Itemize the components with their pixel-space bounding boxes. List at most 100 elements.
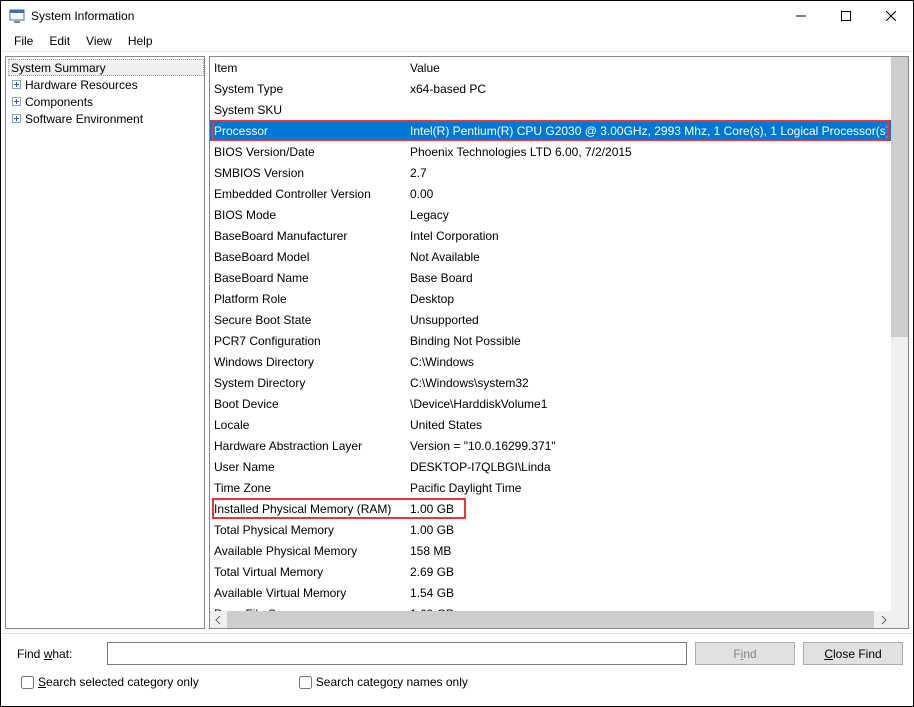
cell-value: Not Available	[410, 250, 891, 264]
find-input[interactable]	[107, 642, 687, 665]
window-controls	[778, 1, 913, 31]
tree-item[interactable]: Components	[6, 93, 204, 110]
cell-value: Legacy	[410, 208, 891, 222]
tree-item[interactable]: Hardware Resources	[6, 76, 204, 93]
search-category-input[interactable]	[299, 676, 312, 689]
cell-value: 1.54 GB	[410, 586, 891, 600]
table-row[interactable]: System DirectoryC:\Windows\system32	[210, 372, 891, 393]
search-category-label: Search category names only	[316, 675, 468, 689]
cell-item: System Directory	[210, 376, 410, 390]
table-row[interactable]: ProcessorIntel(R) Pentium(R) CPU G2030 @…	[210, 120, 891, 141]
cell-value: Intel(R) Pentium(R) CPU G2030 @ 3.00GHz,…	[410, 124, 891, 138]
cell-value: C:\Windows\system32	[410, 376, 891, 390]
cell-item: Hardware Abstraction Layer	[210, 439, 410, 453]
table-row[interactable]: Windows DirectoryC:\Windows	[210, 351, 891, 372]
cell-value: Base Board	[410, 271, 891, 285]
cell-value: C:\Windows	[410, 355, 891, 369]
cell-item: Total Physical Memory	[210, 523, 410, 537]
table-row[interactable]: BaseBoard ModelNot Available	[210, 246, 891, 267]
tree-system-summary[interactable]: System Summary	[8, 59, 204, 76]
cell-value: Pacific Daylight Time	[410, 481, 891, 495]
expand-icon[interactable]	[10, 79, 22, 91]
table-row[interactable]: BIOS ModeLegacy	[210, 204, 891, 225]
cell-item: PCR7 Configuration	[210, 334, 410, 348]
table-row[interactable]: LocaleUnited States	[210, 414, 891, 435]
content-area: System Summary Hardware Resources Compone…	[1, 51, 913, 633]
cell-item: Total Virtual Memory	[210, 565, 410, 579]
cell-item: BIOS Mode	[210, 208, 410, 222]
table-row[interactable]: BaseBoard ManufacturerIntel Corporation	[210, 225, 891, 246]
table-row[interactable]: Total Physical Memory1.00 GB	[210, 519, 891, 540]
cell-item: System Type	[210, 82, 410, 96]
cell-item: Available Virtual Memory	[210, 586, 410, 600]
menu-edit[interactable]: Edit	[42, 32, 77, 50]
tree-item-label: Software Environment	[25, 112, 143, 126]
col-value[interactable]: Value	[410, 61, 891, 75]
cell-item: BaseBoard Model	[210, 250, 410, 264]
cell-value: Unsupported	[410, 313, 891, 327]
horizontal-scrollbar[interactable]	[210, 611, 891, 628]
cell-item: Installed Physical Memory (RAM)	[210, 502, 410, 516]
expand-icon[interactable]	[10, 96, 22, 108]
cell-value: 0.00	[410, 187, 891, 201]
table-row[interactable]: Available Physical Memory158 MB	[210, 540, 891, 561]
cell-item: Time Zone	[210, 481, 410, 495]
cell-item: Processor	[210, 124, 410, 138]
vertical-scrollbar[interactable]	[891, 57, 908, 611]
window-title: System Information	[31, 9, 778, 23]
cell-item: Available Physical Memory	[210, 544, 410, 558]
cell-value: 158 MB	[410, 544, 891, 558]
menu-help[interactable]: Help	[121, 32, 160, 50]
table-header-row: Item Value	[210, 57, 891, 78]
maximize-button[interactable]	[823, 1, 868, 31]
table-row[interactable]: SMBIOS Version2.7	[210, 162, 891, 183]
tree-item-label: Hardware Resources	[25, 78, 138, 92]
cell-item: System SKU	[210, 103, 410, 117]
table-row[interactable]: BaseBoard NameBase Board	[210, 267, 891, 288]
close-button[interactable]	[868, 1, 913, 31]
scroll-left-icon[interactable]	[210, 611, 227, 628]
table-row[interactable]: Embedded Controller Version0.00	[210, 183, 891, 204]
cell-item: Locale	[210, 418, 410, 432]
search-selected-input[interactable]	[21, 676, 34, 689]
table-row[interactable]: User NameDESKTOP-I7QLBGI\Linda	[210, 456, 891, 477]
scroll-right-icon[interactable]	[874, 611, 891, 628]
cell-item: Embedded Controller Version	[210, 187, 410, 201]
cell-value: 2.7	[410, 166, 891, 180]
col-item[interactable]: Item	[210, 61, 410, 75]
table-row[interactable]: Boot Device\Device\HarddiskVolume1	[210, 393, 891, 414]
horizontal-scroll-thumb[interactable]	[227, 611, 874, 628]
table-row[interactable]: Available Virtual Memory1.54 GB	[210, 582, 891, 603]
menu-view[interactable]: View	[79, 32, 119, 50]
app-icon	[9, 8, 25, 24]
tree-item-label: Components	[25, 95, 93, 109]
find-panel: Find what: Find Close Find Search select…	[1, 633, 913, 695]
cell-value: \Device\HarddiskVolume1	[410, 397, 891, 411]
table-row[interactable]: Installed Physical Memory (RAM)1.00 GB	[210, 498, 891, 519]
table-row[interactable]: System SKU	[210, 99, 891, 120]
expand-icon[interactable]	[10, 113, 22, 125]
table-row[interactable]: Hardware Abstraction LayerVersion = "10.…	[210, 435, 891, 456]
cell-item: Windows Directory	[210, 355, 410, 369]
close-find-button[interactable]: Close Find	[803, 642, 903, 665]
table-row[interactable]: Total Virtual Memory2.69 GB	[210, 561, 891, 582]
table-row[interactable]: Secure Boot StateUnsupported	[210, 309, 891, 330]
category-tree[interactable]: System Summary Hardware Resources Compone…	[5, 56, 205, 629]
table-row[interactable]: System Typex64-based PC	[210, 78, 891, 99]
table-row[interactable]: BIOS Version/DatePhoenix Technologies LT…	[210, 141, 891, 162]
table-row[interactable]: PCR7 ConfigurationBinding Not Possible	[210, 330, 891, 351]
minimize-button[interactable]	[778, 1, 823, 31]
search-category-checkbox[interactable]: Search category names only	[299, 675, 468, 689]
table-row[interactable]: Time ZonePacific Daylight Time	[210, 477, 891, 498]
cell-item: Secure Boot State	[210, 313, 410, 327]
find-button[interactable]: Find	[695, 642, 795, 665]
details-table: Item Value System Typex64-based PCSystem…	[209, 56, 909, 629]
scroll-corner	[891, 611, 908, 628]
cell-item: Platform Role	[210, 292, 410, 306]
vertical-scroll-thumb[interactable]	[891, 57, 908, 337]
table-row[interactable]: Platform RoleDesktop	[210, 288, 891, 309]
search-selected-checkbox[interactable]: Search selected category only	[21, 675, 199, 689]
table-rows-container: Item Value System Typex64-based PCSystem…	[210, 57, 891, 611]
tree-item[interactable]: Software Environment	[6, 110, 204, 127]
menu-file[interactable]: File	[7, 32, 40, 50]
